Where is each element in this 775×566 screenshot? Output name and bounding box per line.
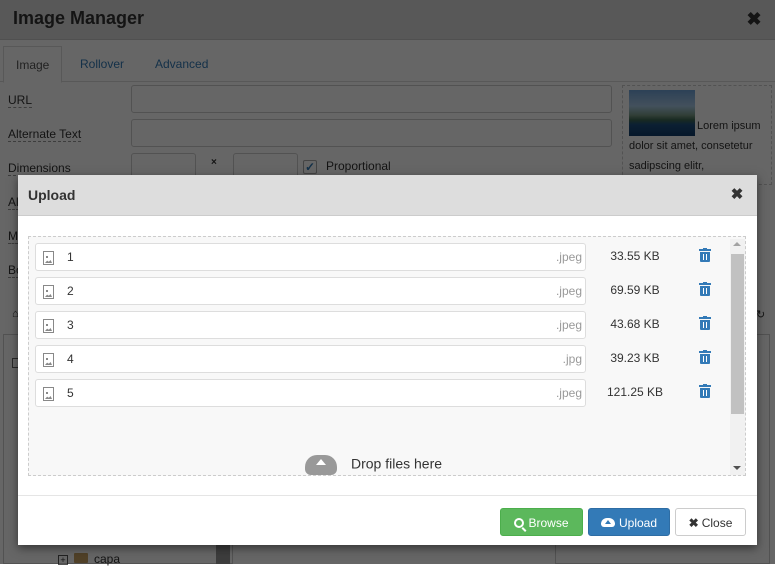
upload-dialog-close-icon[interactable]: ✖ [728,185,746,205]
browse-button-label: Browse [528,516,569,530]
trash-icon[interactable] [699,384,711,400]
file-row: 3 .jpeg 43.68 KB [35,311,725,339]
file-size: 33.55 KB [610,249,660,263]
image-file-icon [43,353,54,367]
file-name: 5 [67,386,74,400]
trash-icon[interactable] [699,316,711,332]
file-name-field[interactable]: 3 .jpeg [35,311,586,339]
upload-dialog-header: Upload ✖ [18,175,757,216]
browse-button[interactable]: Browse [500,508,583,536]
cloud-upload-icon [600,518,615,527]
file-size: 121.25 KB [606,385,664,399]
file-size: 69.59 KB [610,283,660,297]
image-file-icon [43,319,54,333]
upload-dialog-footer: Browse Upload ✖ Close [18,495,757,545]
close-icon: ✖ [688,516,699,530]
file-row: 4 .jpg 39.23 KB [35,345,725,373]
file-name: 1 [67,250,74,264]
trash-icon[interactable] [699,350,711,366]
file-extension: .jpg [562,352,582,366]
file-row: 1 .jpeg 33.55 KB [35,243,725,271]
drop-message-text: Drop files here [351,455,443,472]
file-extension: .jpeg [555,386,582,400]
image-file-icon [43,251,54,265]
search-icon [514,518,525,528]
file-size: 39.23 KB [610,351,660,365]
upload-dialog-title: Upload [28,187,76,203]
scroll-up-arrow-icon[interactable] [733,242,741,246]
file-name-field[interactable]: 1 .jpeg [35,243,586,271]
trash-icon[interactable] [699,282,711,298]
cloud-upload-icon [305,455,337,475]
file-name-field[interactable]: 2 .jpeg [35,277,586,305]
file-extension: .jpeg [555,318,582,332]
image-file-icon [43,387,54,401]
file-extension: .jpeg [555,284,582,298]
file-list-scrollbar[interactable] [730,239,745,475]
file-name-field[interactable]: 4 .jpg [35,345,586,373]
file-name: 2 [67,284,74,298]
file-name-field[interactable]: 5 .jpeg [35,379,586,407]
upload-button[interactable]: Upload [588,508,670,536]
file-extension: .jpeg [555,250,582,264]
file-name: 4 [67,352,74,366]
upload-dropzone[interactable]: 1 .jpeg 33.55 KB 2 .jpeg 69.59 KB 3 .jpe… [28,236,746,476]
upload-dialog: Upload ✖ 1 .jpeg 33.55 KB 2 .jpeg 69.59 … [18,175,757,545]
file-row: 5 .jpeg 121.25 KB [35,379,725,407]
image-file-icon [43,285,54,299]
trash-icon[interactable] [699,248,711,264]
drop-message: Drop files here [305,455,442,475]
scroll-down-arrow-icon[interactable] [733,466,741,470]
file-row: 2 .jpeg 69.59 KB [35,277,725,305]
upload-button-label: Upload [618,516,658,530]
file-size: 43.68 KB [610,317,660,331]
close-button[interactable]: ✖ Close [675,508,746,536]
scrollbar-thumb[interactable] [731,254,744,414]
close-button-label: Close [701,516,733,530]
file-name: 3 [67,318,74,332]
